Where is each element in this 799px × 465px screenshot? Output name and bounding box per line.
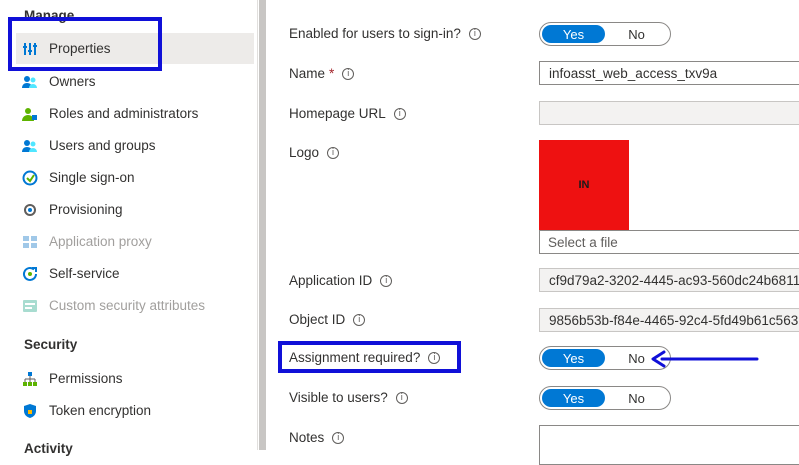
sidebar-item-label: Single sign-on — [49, 170, 135, 185]
sidebar-item-provisioning[interactable]: Provisioning — [16, 194, 254, 225]
sidebar-item-label: Token encryption — [49, 403, 152, 418]
sidebar-item-label: Self-service — [49, 266, 120, 281]
sidebar-item-sso[interactable]: Single sign-on — [16, 162, 254, 193]
info-icon[interactable]: i — [342, 67, 355, 80]
visible-label-text: Visible to users? — [289, 390, 388, 405]
sidebar-item-custom-attributes[interactable]: Custom security attributes — [16, 290, 254, 321]
sidebar-item-label: Permissions — [49, 371, 123, 386]
highlight-box-assignment — [278, 341, 461, 373]
app-proxy-icon — [21, 233, 39, 251]
custom-attributes-icon — [21, 297, 39, 315]
info-icon[interactable]: i — [332, 431, 345, 444]
info-icon[interactable]: i — [327, 146, 340, 159]
sidebar-item-label: Custom security attributes — [49, 298, 206, 313]
section-title-activity: Activity — [24, 441, 73, 456]
token-encryption-icon — [21, 402, 39, 420]
visible-no-option[interactable]: No — [605, 389, 668, 407]
sidebar-item-label: Users and groups — [49, 138, 156, 153]
object-id-label: Object ID i — [289, 312, 366, 327]
logo-preview: IN — [539, 140, 629, 230]
info-icon[interactable]: i — [395, 391, 408, 404]
logo-file-input[interactable]: Select a file — [539, 230, 799, 254]
roles-icon — [21, 105, 39, 123]
sidebar-item-roles[interactable]: Roles and administrators — [16, 98, 254, 129]
sidebar-item-label: Provisioning — [49, 202, 123, 217]
object-id-field[interactable]: 9856b53b-f84e-4465-92c4-5fd49b61c563 — [539, 308, 799, 332]
sidebar-item-label: Owners — [49, 74, 96, 89]
enabled-toggle[interactable]: Yes No — [539, 22, 671, 46]
sidebar-item-app-proxy[interactable]: Application proxy — [16, 226, 254, 257]
logo-label: Logo i — [289, 145, 340, 160]
info-icon[interactable]: i — [353, 313, 366, 326]
sidebar-item-label: Roles and administrators — [49, 106, 199, 121]
name-input[interactable]: infoasst_web_access_txv9a — [539, 61, 799, 85]
required-marker: * — [329, 66, 335, 81]
section-title-security: Security — [24, 337, 78, 352]
notes-textarea[interactable] — [539, 425, 799, 465]
highlight-box-properties — [8, 17, 162, 71]
sidebar-item-permissions[interactable]: Permissions — [16, 363, 254, 394]
arrow-annotation-icon — [651, 350, 759, 368]
info-icon[interactable]: i — [393, 107, 406, 120]
notes-label: Notes i — [289, 430, 345, 445]
homepage-input[interactable] — [539, 101, 799, 125]
app-id-label-text: Application ID — [289, 273, 373, 288]
visible-yes-option[interactable]: Yes — [542, 389, 605, 407]
assignment-yes-option[interactable]: Yes — [542, 349, 605, 367]
homepage-label-text: Homepage URL — [289, 106, 386, 121]
notes-label-text: Notes — [289, 430, 325, 445]
permissions-icon — [21, 370, 39, 388]
pane-separator — [259, 0, 266, 450]
provisioning-icon — [21, 201, 39, 219]
visible-label: Visible to users? i — [289, 390, 408, 405]
object-id-label-text: Object ID — [289, 312, 346, 327]
enabled-no-option[interactable]: No — [605, 25, 668, 43]
owners-icon — [21, 73, 39, 91]
sidebar-item-users-groups[interactable]: Users and groups — [16, 130, 254, 161]
sso-icon — [21, 169, 39, 187]
sidebar-item-label: Application proxy — [49, 234, 152, 249]
app-id-field[interactable]: cf9d79a2-3202-4445-ac93-560dc24b6811 — [539, 268, 799, 292]
sidebar-item-self-service[interactable]: Self-service — [16, 258, 254, 289]
visible-toggle[interactable]: Yes No — [539, 386, 671, 410]
homepage-label: Homepage URL i — [289, 106, 406, 121]
name-label-text: Name — [289, 66, 326, 81]
users-groups-icon — [21, 137, 39, 155]
self-service-icon — [21, 265, 39, 283]
logo-label-text: Logo — [289, 145, 320, 160]
info-icon[interactable]: i — [380, 274, 393, 287]
enabled-yes-option[interactable]: Yes — [542, 25, 605, 43]
enabled-label-text: Enabled for users to sign-in? — [289, 26, 461, 41]
sidebar-item-token-encryption[interactable]: Token encryption — [16, 395, 254, 426]
enabled-label: Enabled for users to sign-in? i — [289, 26, 481, 41]
app-id-label: Application ID i — [289, 273, 393, 288]
name-label: Name * i — [289, 66, 355, 81]
info-icon[interactable]: i — [468, 27, 481, 40]
